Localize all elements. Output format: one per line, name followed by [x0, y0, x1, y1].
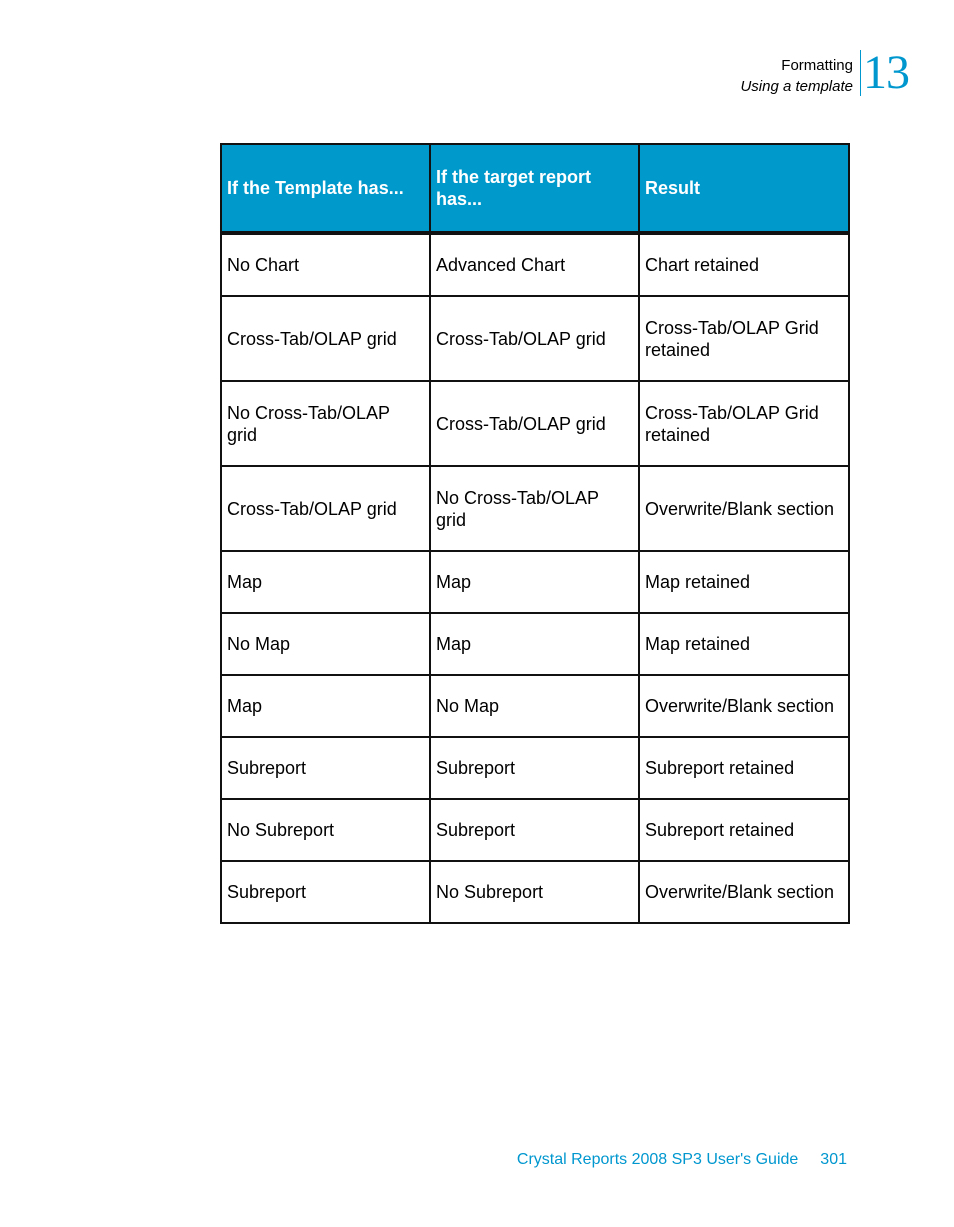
cell-template: Cross-Tab/OLAP grid	[220, 465, 431, 552]
table-row: No Subreport Subreport Subreport retaine…	[220, 798, 850, 862]
cell-template: No Chart	[220, 232, 431, 297]
page-footer: Crystal Reports 2008 SP3 User's Guide 301	[517, 1151, 847, 1169]
cell-target: Map	[429, 550, 640, 614]
cell-template: No Map	[220, 612, 431, 676]
cell-result: Overwrite/Blank section	[638, 465, 850, 552]
cell-target: Cross-Tab/OLAP grid	[429, 380, 640, 467]
cell-template: Subreport	[220, 860, 431, 924]
cell-target: No Subreport	[429, 860, 640, 924]
header-target-report-has: If the target report has...	[429, 143, 640, 235]
table-row: No Map Map Map retained	[220, 612, 850, 676]
running-head: Formatting Using a template	[740, 55, 853, 97]
header-template-has: If the Template has...	[220, 143, 431, 235]
table-row: Subreport Subreport Subreport retained	[220, 736, 850, 800]
cell-result: Overwrite/Blank section	[638, 674, 850, 738]
cell-template: No Cross-Tab/OLAP grid	[220, 380, 431, 467]
section-title: Using a template	[740, 78, 853, 95]
chapter-number: 13	[860, 49, 910, 97]
cell-result: Cross-Tab/OLAP Grid retained	[638, 380, 850, 467]
cell-template: Subreport	[220, 736, 431, 800]
table-row: Cross-Tab/OLAP grid No Cross-Tab/OLAP gr…	[220, 465, 850, 552]
cell-template: No Subreport	[220, 798, 431, 862]
cell-result: Map retained	[638, 550, 850, 614]
cell-template: Cross-Tab/OLAP grid	[220, 295, 431, 382]
book-title: Crystal Reports 2008 SP3 User's Guide	[516, 1151, 799, 1168]
cell-result: Overwrite/Blank section	[638, 860, 850, 924]
cell-target: Subreport	[429, 798, 640, 862]
table-row: Map No Map Overwrite/Blank section	[220, 674, 850, 738]
cell-result: Chart retained	[638, 232, 850, 297]
table-row: No Cross-Tab/OLAP grid Cross-Tab/OLAP gr…	[220, 380, 850, 467]
cell-result: Subreport retained	[638, 798, 850, 862]
table-header-row: If the Template has... If the target rep…	[220, 143, 850, 235]
cell-target: Subreport	[429, 736, 640, 800]
cell-result: Map retained	[638, 612, 850, 676]
cell-target: No Cross-Tab/OLAP grid	[429, 465, 640, 552]
cell-target: Map	[429, 612, 640, 676]
chapter-title: Formatting	[781, 57, 853, 74]
cell-result: Subreport retained	[638, 736, 850, 800]
table-row: Subreport No Subreport Overwrite/Blank s…	[220, 860, 850, 924]
table-row: Cross-Tab/OLAP grid Cross-Tab/OLAP grid …	[220, 295, 850, 382]
table-row: No Chart Advanced Chart Chart retained	[220, 232, 850, 297]
cell-template: Map	[220, 674, 431, 738]
cell-template: Map	[220, 550, 431, 614]
header-result: Result	[638, 143, 850, 235]
table-row: Map Map Map retained	[220, 550, 850, 614]
cell-target: Cross-Tab/OLAP grid	[429, 295, 640, 382]
cell-result: Cross-Tab/OLAP Grid retained	[638, 295, 850, 382]
cell-target: Advanced Chart	[429, 232, 640, 297]
page-number: 301	[820, 1151, 847, 1168]
template-rules-table: If the Template has... If the target rep…	[220, 143, 850, 924]
cell-target: No Map	[429, 674, 640, 738]
